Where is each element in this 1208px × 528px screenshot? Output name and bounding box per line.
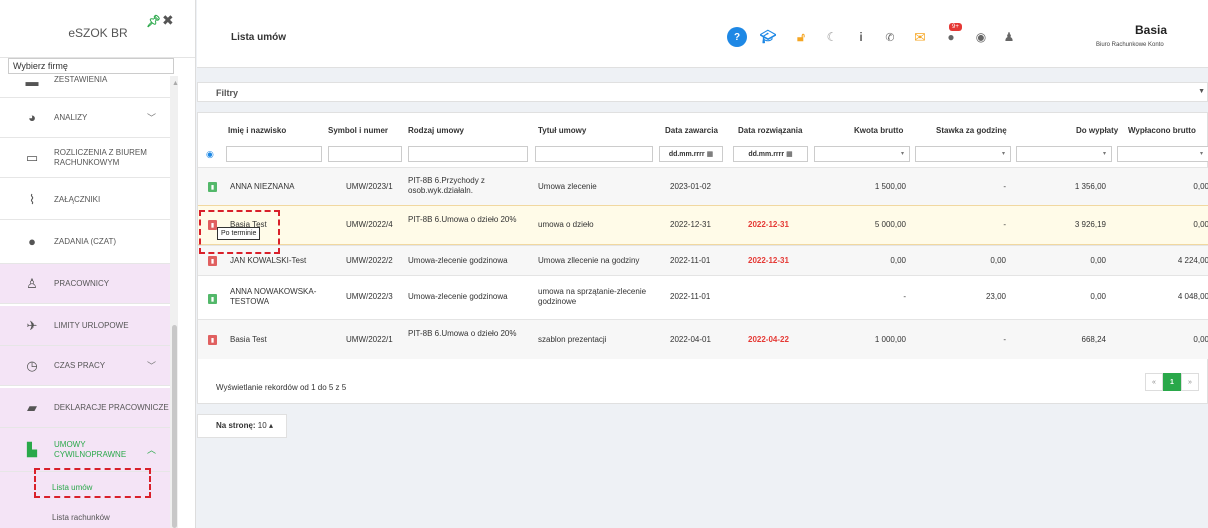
filter-title-input[interactable] xyxy=(535,146,653,162)
column-header-type[interactable]: Rodzaj umowy xyxy=(408,126,464,135)
filters-label: Filtry xyxy=(216,88,239,98)
annotation-highlight-menu xyxy=(34,468,151,498)
plane-icon: ✈ xyxy=(26,317,38,333)
sidebar-item-limity-urlopowe[interactable]: ✈ LIMITY URLOPOWE xyxy=(0,306,170,346)
chevron-down-icon: ▾ xyxy=(1001,151,1005,157)
contract-icon: ▙ xyxy=(27,441,37,457)
sidebar-item-czas-pracy[interactable]: ◷ CZAS PRACY ﹀ xyxy=(0,346,170,386)
info-icon[interactable]: i xyxy=(851,27,871,47)
graduation-cap-icon[interactable]: 🎓︎ xyxy=(758,27,778,47)
user-name[interactable]: Basia xyxy=(1135,23,1167,37)
column-header-gross[interactable]: Kwota brutto xyxy=(854,126,903,135)
caret-down-icon[interactable]: ▼ xyxy=(1198,88,1205,95)
document-icon[interactable]: ▮ xyxy=(208,335,217,345)
column-header-title[interactable]: Tytuł umowy xyxy=(538,126,586,135)
scroll-up-icon[interactable]: ▲ xyxy=(172,80,179,87)
user-role: Biuro Rachunkowe Konto xyxy=(1096,42,1164,48)
mail-icon[interactable]: ✉ xyxy=(910,27,930,47)
sidebar-item-umowy-cywilnoprawne[interactable]: ▙ UMOWY CYWILNOPRAWNE ︿ xyxy=(0,428,170,472)
filters-panel[interactable]: Filtry ▼ xyxy=(197,82,1208,102)
chat-icon[interactable]: ● xyxy=(941,27,961,47)
eye-icon[interactable]: ◉ xyxy=(206,149,214,160)
filter-gross-select[interactable]: ▾ xyxy=(814,146,910,162)
help-icon[interactable]: ? xyxy=(727,27,747,47)
column-header-paid[interactable]: Wypłacono brutto xyxy=(1128,126,1196,135)
column-header-signed[interactable]: Data zawarcia xyxy=(665,126,718,135)
column-header-name[interactable]: Imię i nazwisko xyxy=(228,126,286,135)
paperclip-icon: ⌇ xyxy=(28,191,36,207)
filter-type-input[interactable] xyxy=(408,146,528,162)
filter-signed-date[interactable]: dd.mm.rrrr ▦ xyxy=(659,146,723,162)
chat-icon: ● xyxy=(28,234,36,249)
sidebar-item-zestawienia[interactable]: ▬ ZESTAWIENIA xyxy=(0,76,170,98)
pagination: « 1 » xyxy=(1145,373,1199,391)
report-icon: ▬ xyxy=(25,76,39,89)
sidebar-item-deklaracje[interactable]: ▰ DEKLARACJE PRACOWNICZE xyxy=(0,388,170,428)
user-icon[interactable]: ♟ xyxy=(999,27,1019,47)
chevron-down-icon: ﹀ xyxy=(146,361,156,371)
chevron-up-icon: ︿ xyxy=(146,445,156,455)
filter-name-input[interactable] xyxy=(226,146,322,162)
sidebar-subitem-lista-rachunkow[interactable]: Lista rachunków xyxy=(0,502,170,528)
pin-icon[interactable]: 📌︎ xyxy=(146,14,161,28)
table-row[interactable]: ▮ Basia Test UMW/2022/4 PIT-8B 6.Umowa o… xyxy=(198,205,1208,245)
table-row[interactable]: ▮ JAN KOWALSKI-Test UMW/2022/2 Umowa-zle… xyxy=(198,245,1208,275)
filter-payout-select[interactable]: ▾ xyxy=(1016,146,1112,162)
sidebar-scrollbar-thumb[interactable] xyxy=(172,325,177,528)
column-header-payout[interactable]: Do wypłaty xyxy=(1076,126,1118,135)
page-title: Lista umów xyxy=(231,32,287,43)
filter-paid-select[interactable]: ▾ xyxy=(1117,146,1208,162)
document-icon[interactable]: ▮ xyxy=(208,182,217,192)
column-header-end[interactable]: Data rozwiązania xyxy=(738,126,802,135)
pager-page-1[interactable]: 1 xyxy=(1163,373,1181,391)
caret-up-icon: ▴ xyxy=(268,421,273,430)
contracts-table: Imię i nazwisko Symbol i numer Rodzaj um… xyxy=(197,112,1208,404)
globe-icon[interactable]: ◉ xyxy=(971,27,991,47)
sidebar-item-zalaczniki[interactable]: ⌇ ZAŁĄCZNIKI xyxy=(0,180,170,220)
document-icon[interactable]: ▮ xyxy=(208,256,217,266)
chevron-down-icon: ﹀ xyxy=(146,113,156,123)
brand: eSZOK BR 📌︎ ✖ xyxy=(0,0,195,58)
pie-chart-icon: ◕ xyxy=(28,110,36,125)
chevron-down-icon: ▾ xyxy=(900,151,904,157)
sidebar-item-zadania[interactable]: ● ZADANIA (CZAT) xyxy=(0,220,170,264)
lock-icon[interactable]: 🔓︎ xyxy=(791,27,811,47)
table-row[interactable]: ▮ ANNA NIEZNANA UMW/2023/1 PIT-8B 6.Przy… xyxy=(198,167,1208,205)
book-icon: ▰ xyxy=(27,399,37,415)
filter-rate-select[interactable]: ▾ xyxy=(915,146,1011,162)
chevron-down-icon: ▾ xyxy=(1102,151,1106,157)
filter-end-date[interactable]: dd.mm.rrrr ▦ xyxy=(733,146,808,162)
firm-select[interactable]: Wybierz firmę xyxy=(8,58,174,74)
annotation-highlight-row xyxy=(199,210,280,254)
card-icon: ▭ xyxy=(25,149,39,165)
sidebar: eSZOK BR 📌︎ ✖ Wybierz firmę ▬ ZESTAWIENI… xyxy=(0,0,196,528)
sidebar-item-analizy[interactable]: ◕ ANALIZY ﹀ xyxy=(0,98,170,138)
header: Lista umów ? 🎓︎ 🔓︎ ☾ i ✆ ✉ 9+ ● ◉ ♟ Basi… xyxy=(197,0,1208,68)
chevron-down-icon: ▾ xyxy=(1199,151,1203,157)
moon-icon[interactable]: ☾ xyxy=(822,27,842,47)
sidebar-item-rozliczenia[interactable]: ▭ ROZLICZENIA Z BIUREM RACHUNKOWYM xyxy=(0,138,170,178)
calendar-icon: ▦ xyxy=(706,151,714,158)
records-info: Wyświetlanie rekordów od 1 do 5 z 5 xyxy=(216,383,347,392)
per-page-select[interactable]: Na stronę: 10 ▴ xyxy=(197,414,287,438)
column-header-symbol[interactable]: Symbol i numer xyxy=(328,126,388,135)
close-icon[interactable]: ✖ xyxy=(162,12,174,29)
table-row[interactable]: ▮ ANNA NOWAKOWSKA-TESTOWA UMW/2022/3 Umo… xyxy=(198,275,1208,319)
clock-icon: ◷ xyxy=(26,357,38,373)
pager-prev[interactable]: « xyxy=(1145,373,1163,391)
sidebar-item-pracownicy[interactable]: ♙ PRACOWNICY xyxy=(0,264,170,304)
column-header-rate[interactable]: Stawka za godzinę xyxy=(936,126,1007,135)
document-icon[interactable]: ▮ xyxy=(208,294,217,304)
filter-symbol-input[interactable] xyxy=(328,146,402,162)
table-row[interactable]: ▮ Basia Test UMW/2022/1 PIT-8B 6.Umowa o… xyxy=(198,319,1208,359)
pager-next[interactable]: » xyxy=(1181,373,1199,391)
calendar-icon: ▦ xyxy=(786,151,793,158)
phone-icon[interactable]: ✆ xyxy=(880,27,900,47)
person-icon: ♙ xyxy=(26,275,38,291)
